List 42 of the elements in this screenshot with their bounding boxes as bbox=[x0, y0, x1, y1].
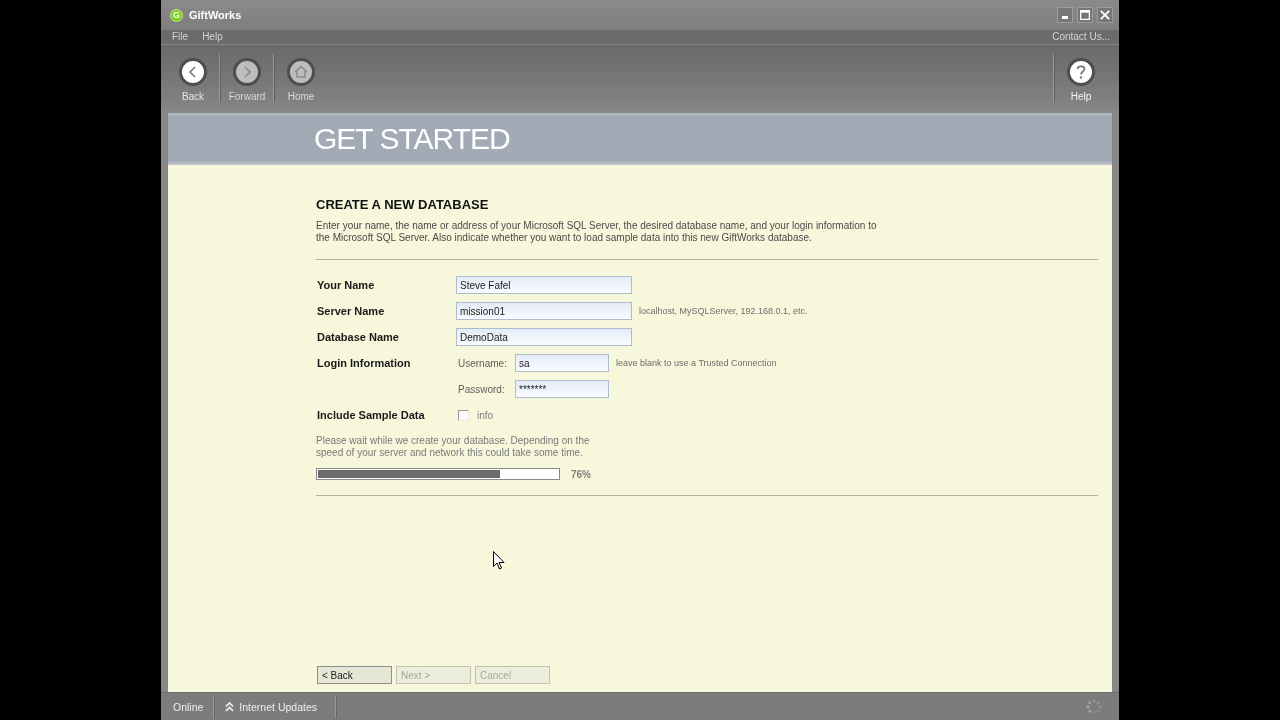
app-logo: G bbox=[170, 8, 183, 22]
home-icon bbox=[287, 58, 315, 86]
close-icon bbox=[1100, 10, 1110, 20]
close-button[interactable] bbox=[1097, 7, 1113, 23]
updates-button[interactable]: Internet Updates bbox=[225, 700, 325, 713]
mouse-pointer-icon bbox=[493, 551, 505, 570]
wizard-button[interactable]: < Back bbox=[317, 666, 392, 684]
description-text: Enter your name, the name or address of your Microsoft SQL Server, the desired database name, and your login information to the Microsoft SQL Server. Also indicate whether you want to load sample data into this new GiftWorks database. bbox=[316, 220, 878, 244]
field-label: Include Sample Data bbox=[316, 409, 426, 421]
field-label: Database Name bbox=[316, 331, 400, 343]
double-chevron-up-icon bbox=[225, 701, 235, 712]
progress-message: Please wait while we create your database. Depending on the speed of your server and network this could take some time. bbox=[316, 435, 591, 459]
field-hint: leave blank to use a Trusted Connection bbox=[616, 358, 777, 368]
menu-item[interactable]: Help bbox=[202, 31, 223, 43]
text-field[interactable]: Steve Fafel bbox=[456, 276, 632, 294]
checkbox[interactable] bbox=[458, 409, 469, 421]
field-hint: localhost, MySQLServer, 192.168.0.1, etc. bbox=[639, 306, 808, 316]
username-label: Username: bbox=[457, 357, 508, 369]
menu-item[interactable]: File bbox=[172, 31, 189, 43]
help-icon bbox=[1067, 58, 1095, 86]
progress-reading: 76% bbox=[571, 468, 591, 480]
field-label: Your Name bbox=[316, 279, 376, 291]
contact-link[interactable]: Contact Us... bbox=[1052, 31, 1110, 43]
text-field[interactable]: DemoData bbox=[456, 328, 632, 346]
spinner-icon bbox=[1086, 698, 1102, 715]
help-button[interactable]: Help bbox=[1058, 45, 1104, 103]
window-title: GiftWorks bbox=[189, 9, 242, 21]
text-field[interactable]: mission01 bbox=[456, 302, 632, 320]
page-title: GET STARTED bbox=[314, 122, 510, 156]
status-text: Online bbox=[173, 700, 204, 713]
field-label: Login Information bbox=[316, 357, 412, 369]
minimize-button[interactable] bbox=[1057, 7, 1073, 23]
password-label: Password: bbox=[457, 383, 506, 395]
password-field[interactable]: ******* bbox=[515, 380, 609, 398]
maximize-button[interactable] bbox=[1077, 7, 1093, 23]
section-heading: CREATE A NEW DATABASE bbox=[316, 197, 489, 213]
back-button[interactable]: Back bbox=[170, 45, 216, 103]
field-label: Server Name bbox=[316, 305, 386, 317]
info-link[interactable]: info bbox=[477, 409, 494, 421]
maximize-icon bbox=[1080, 10, 1090, 20]
username-field[interactable]: sa bbox=[515, 354, 609, 372]
minimize-icon bbox=[1062, 16, 1068, 19]
